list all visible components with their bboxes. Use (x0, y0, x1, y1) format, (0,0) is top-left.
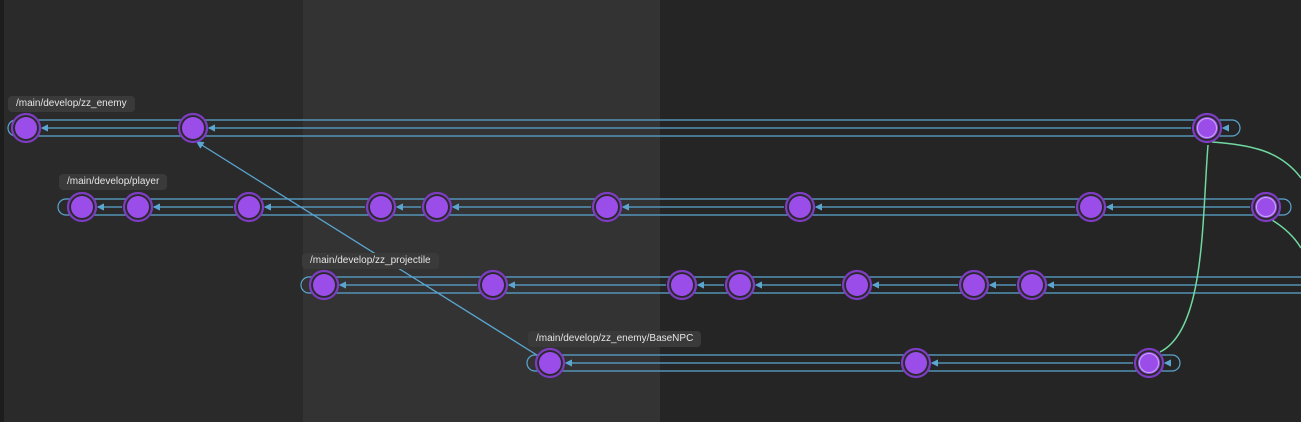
commit-node-player[interactable] (421, 191, 453, 223)
commit-node-dot (1138, 352, 1160, 374)
commit-node-player[interactable] (591, 191, 623, 223)
branch-label-zz-enemy[interactable]: /main/develop/zz_enemy (8, 96, 135, 112)
commit-node-dot (238, 196, 260, 218)
commit-node-basenpc[interactable] (900, 347, 932, 379)
commit-node-zz_projectile[interactable] (308, 269, 340, 301)
commit-node-zz_projectile[interactable] (1016, 269, 1048, 301)
commit-node-dot (846, 274, 868, 296)
commit-node-dot (426, 196, 448, 218)
commit-node-dot (482, 274, 504, 296)
branch-label-player[interactable]: /main/develop/player (59, 174, 168, 190)
commit-node-player[interactable] (122, 191, 154, 223)
branch-label-basenpc[interactable]: /main/develop/zz_enemy/BaseNPC (528, 331, 702, 347)
commit-node-zz_projectile[interactable] (724, 269, 756, 301)
commit-node-dot (905, 352, 927, 374)
commit-node-dot (671, 274, 693, 296)
commit-node-dot (1021, 274, 1043, 296)
commit-node-zz_projectile[interactable] (666, 269, 698, 301)
commit-node-player[interactable] (66, 191, 98, 223)
commit-node-zz_projectile[interactable] (841, 269, 873, 301)
commit-node-dot (596, 196, 618, 218)
commit-node-zz_projectile[interactable] (477, 269, 509, 301)
commit-node-player[interactable] (1250, 191, 1282, 223)
merge-link-zz-enemy-out (1211, 141, 1301, 179)
commit-node-player[interactable] (365, 191, 397, 223)
commit-node-dot (789, 196, 811, 218)
merge-link-basenpc-to-zz-enemy (1159, 144, 1209, 353)
commit-node-dot (313, 274, 335, 296)
branch-origin-link (195, 141, 541, 358)
commit-node-basenpc[interactable] (534, 347, 566, 379)
commit-node-dot (182, 117, 204, 139)
commit-node-zz_enemy[interactable] (10, 112, 42, 144)
branch-label-zz-projectile[interactable]: /main/develop/zz_projectile (302, 253, 439, 269)
commit-node-zz_enemy[interactable] (1191, 112, 1223, 144)
commit-node-dot (1080, 196, 1102, 218)
commit-node-zz_projectile[interactable] (958, 269, 990, 301)
commit-node-dot (127, 196, 149, 218)
merge-link-player-out (1271, 219, 1301, 249)
commit-node-player[interactable] (1075, 191, 1107, 223)
commit-node-dot (370, 196, 392, 218)
commit-node-dot (1255, 196, 1277, 218)
commit-node-player[interactable] (233, 191, 265, 223)
commit-node-dot (539, 352, 561, 374)
commit-node-player[interactable] (784, 191, 816, 223)
commit-node-zz_enemy[interactable] (177, 112, 209, 144)
commit-node-dot (15, 117, 37, 139)
commit-node-dot (1196, 117, 1218, 139)
commit-node-basenpc[interactable] (1133, 347, 1165, 379)
commit-node-dot (963, 274, 985, 296)
commit-node-dot (729, 274, 751, 296)
commit-node-dot (71, 196, 93, 218)
branch-graph-canvas[interactable] (0, 0, 1301, 422)
